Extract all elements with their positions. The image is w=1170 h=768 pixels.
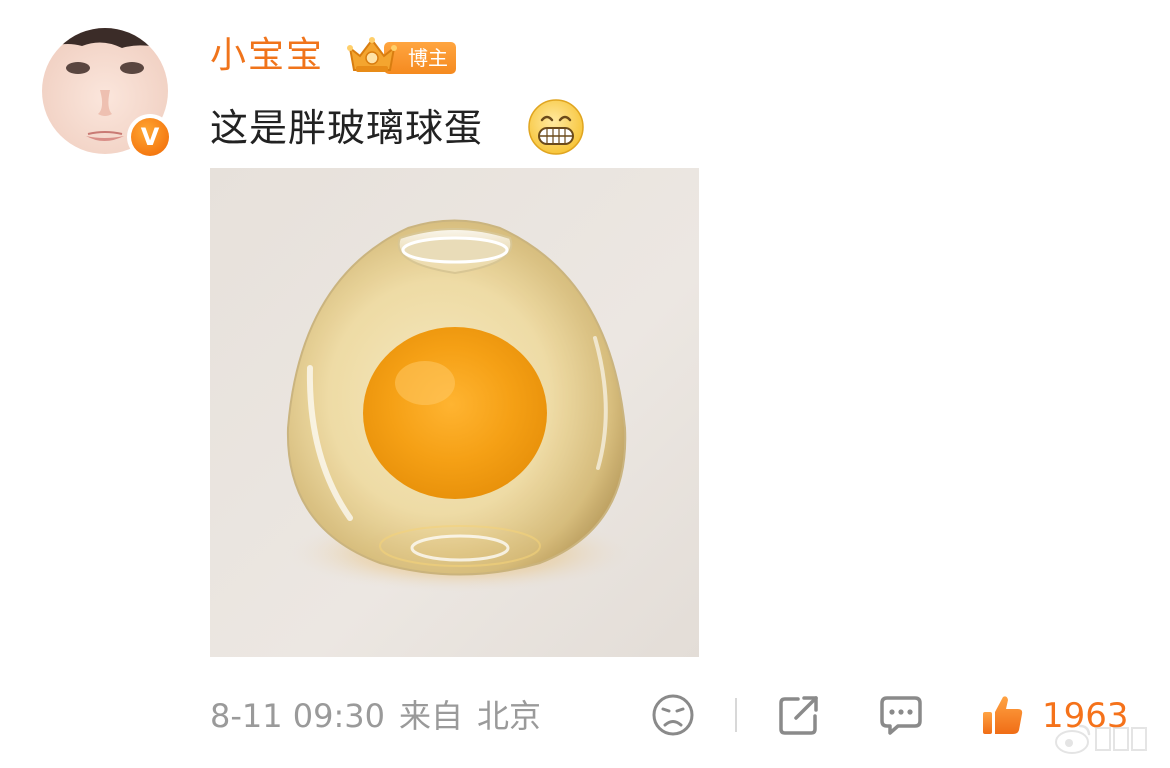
share-icon xyxy=(779,696,818,735)
username[interactable]: 小宝宝 xyxy=(210,34,324,78)
dislike-button[interactable] xyxy=(650,692,696,740)
post-location: 北京 xyxy=(477,697,542,735)
post-date: 8-11 09:30 xyxy=(210,697,386,735)
sad-face-icon xyxy=(652,694,694,736)
post-meta: 8-11 09:30 来自 北京 xyxy=(210,696,541,736)
crown-icon xyxy=(347,37,397,72)
action-divider xyxy=(735,698,737,732)
post-text: 这是胖玻璃球蛋 xyxy=(210,106,484,150)
comment-button[interactable] xyxy=(878,692,924,740)
thumbs-up-icon xyxy=(983,696,1023,734)
blogger-badge[interactable]: 博主 xyxy=(346,36,458,76)
comment-icon xyxy=(880,696,922,735)
like-button[interactable] xyxy=(980,692,1026,740)
verified-badge: V xyxy=(127,114,173,160)
share-button[interactable] xyxy=(776,692,822,740)
grinning-face-emoji xyxy=(528,99,584,155)
weibo-watermark-icon xyxy=(1055,724,1147,754)
glass-egg-photo xyxy=(210,168,699,657)
verified-icon: V xyxy=(131,118,169,156)
post-image[interactable] xyxy=(210,168,699,657)
weibo-post: V 小宝宝 博主 这是胖玻璃球蛋 8-11 09:30 来自 北京 1963 xyxy=(0,0,1170,768)
source-prefix: 来自 xyxy=(399,697,464,735)
